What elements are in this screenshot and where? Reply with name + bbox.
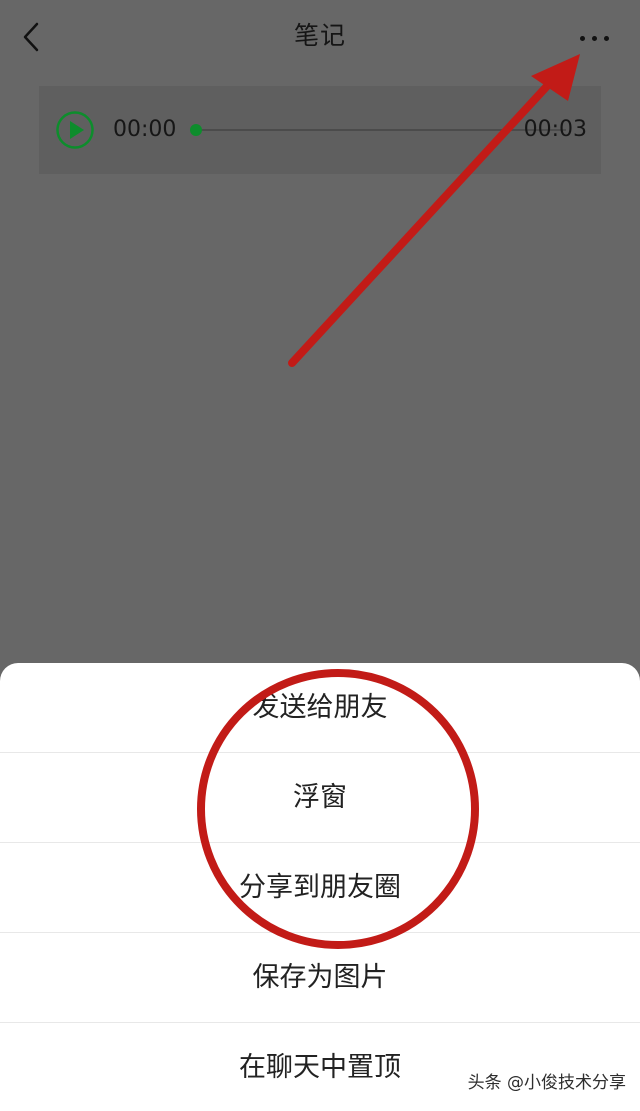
play-button[interactable] — [55, 110, 95, 150]
more-horizontal-icon — [592, 36, 597, 41]
watermark: 头条 @小俊技术分享 — [467, 1073, 626, 1093]
more-button[interactable] — [568, 20, 620, 56]
float-window-button[interactable]: 浮窗 — [0, 753, 640, 843]
action-sheet: 发送给朋友 浮窗 分享到朋友圈 保存为图片 在聊天中置顶 — [0, 663, 640, 1111]
page-title: 笔记 — [293, 21, 346, 50]
current-time: 00:00 — [113, 117, 177, 142]
progress-handle[interactable] — [190, 124, 202, 136]
top-bar: 笔记 — [0, 0, 640, 76]
pin-in-chat-button[interactable]: 在聊天中置顶 — [0, 1023, 640, 1111]
audio-player-card: 00:00 00:03 — [39, 86, 601, 174]
progress-track[interactable] — [196, 129, 566, 131]
share-to-moments-button[interactable]: 分享到朋友圈 — [0, 843, 640, 933]
save-as-image-button[interactable]: 保存为图片 — [0, 933, 640, 1023]
send-to-friend-button[interactable]: 发送给朋友 — [0, 663, 640, 753]
more-horizontal-icon — [580, 36, 585, 41]
total-time: 00:03 — [523, 117, 587, 142]
more-horizontal-icon — [604, 36, 609, 41]
play-icon — [56, 111, 94, 149]
